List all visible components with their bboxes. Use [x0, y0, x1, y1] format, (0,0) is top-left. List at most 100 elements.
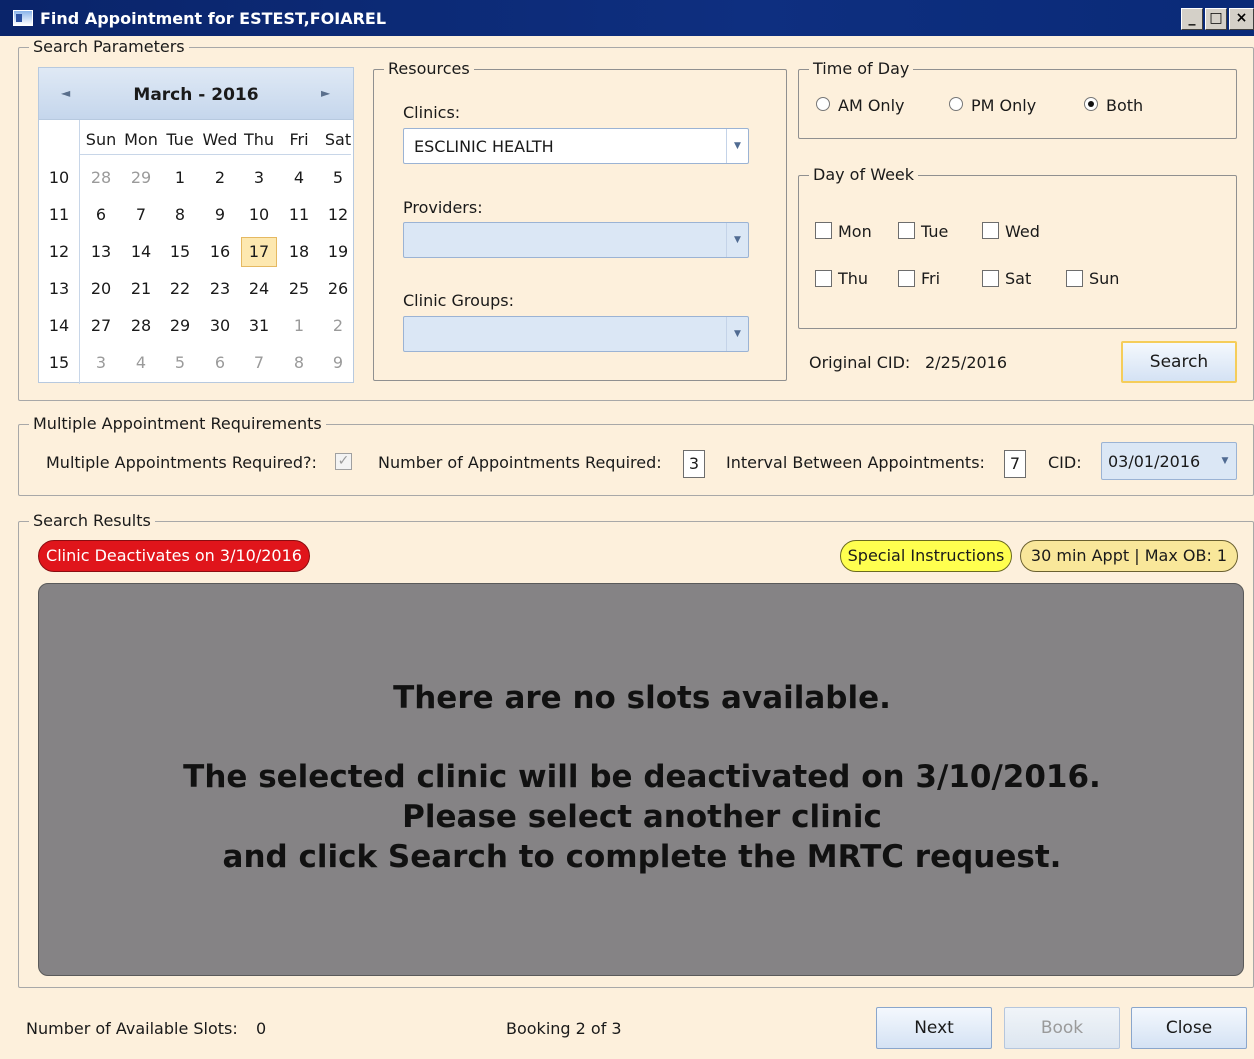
clinics-label: Clinics:: [403, 103, 461, 122]
clinics-combo[interactable]: ESCLINIC HEALTH ▼: [403, 128, 749, 164]
calendar-day[interactable]: 9: [320, 348, 356, 378]
book-button[interactable]: Book: [1004, 1007, 1120, 1049]
original-cid-value: 2/25/2016: [925, 353, 1008, 372]
calendar-day[interactable]: 7: [241, 348, 277, 378]
results-pane: There are no slots available. The select…: [38, 583, 1244, 976]
mon-checkbox[interactable]: [815, 222, 832, 239]
calendar-day[interactable]: 1: [162, 163, 198, 193]
appointments-count-input[interactable]: 3: [683, 450, 705, 478]
calendar-day[interactable]: 2: [320, 311, 356, 341]
calendar-day[interactable]: 4: [123, 348, 159, 378]
chevron-down-icon[interactable]: ▼: [1214, 443, 1236, 479]
calendar-day[interactable]: 10: [241, 200, 277, 230]
calendar-day-name: Fri: [289, 130, 309, 149]
pm-only-label[interactable]: PM Only: [971, 96, 1036, 115]
special-instructions-badge[interactable]: Special Instructions: [840, 540, 1012, 572]
multiple-required-checkbox: ✓: [335, 453, 352, 470]
fri-checkbox[interactable]: [898, 270, 915, 287]
next-button[interactable]: Next: [876, 1007, 992, 1049]
calendar-day[interactable]: 17: [241, 237, 277, 267]
calendar-day[interactable]: 6: [83, 200, 119, 230]
tue-label[interactable]: Tue: [921, 222, 948, 241]
cid-value: 03/01/2016: [1108, 452, 1201, 471]
calendar-day[interactable]: 8: [281, 348, 317, 378]
calendar-day[interactable]: 24: [241, 274, 277, 304]
am-only-radio[interactable]: [816, 97, 830, 111]
thu-checkbox[interactable]: [815, 270, 832, 287]
providers-combo[interactable]: ▼: [403, 222, 749, 258]
calendar-day[interactable]: 9: [202, 200, 238, 230]
calendar-day[interactable]: 26: [320, 274, 356, 304]
calendar-day[interactable]: 28: [83, 163, 119, 193]
available-slots-label: Number of Available Slots:: [26, 1019, 238, 1038]
calendar-day[interactable]: 1: [281, 311, 317, 341]
chevron-down-icon[interactable]: ▼: [726, 317, 748, 351]
calendar-day[interactable]: 22: [162, 274, 198, 304]
calendar-next-icon[interactable]: ►: [321, 86, 330, 100]
calendar-day[interactable]: 21: [123, 274, 159, 304]
calendar-day[interactable]: 12: [320, 200, 356, 230]
calendar-day[interactable]: 18: [281, 237, 317, 267]
calendar-day[interactable]: 7: [123, 200, 159, 230]
chevron-down-icon[interactable]: ▼: [726, 129, 748, 163]
wed-label[interactable]: Wed: [1005, 222, 1040, 241]
both-radio[interactable]: [1084, 97, 1098, 111]
clinic-groups-combo[interactable]: ▼: [403, 316, 749, 352]
mon-label[interactable]: Mon: [838, 222, 872, 241]
search-button[interactable]: Search: [1121, 341, 1237, 383]
sat-label[interactable]: Sat: [1005, 269, 1031, 288]
calendar-header: ◄ March - 2016 ►: [39, 68, 353, 120]
calendar-week-number: 15: [48, 353, 70, 372]
calendar-day[interactable]: 25: [281, 274, 317, 304]
calendar-day[interactable]: 3: [83, 348, 119, 378]
calendar-day[interactable]: 27: [83, 311, 119, 341]
calendar-day[interactable]: 15: [162, 237, 198, 267]
fri-label[interactable]: Fri: [921, 269, 940, 288]
calendar-day[interactable]: 29: [123, 163, 159, 193]
sun-checkbox[interactable]: [1066, 270, 1083, 287]
interval-input[interactable]: 7: [1004, 450, 1026, 478]
calendar-day[interactable]: 5: [320, 163, 356, 193]
calendar-day[interactable]: 11: [281, 200, 317, 230]
calendar-day[interactable]: 20: [83, 274, 119, 304]
calendar-day[interactable]: 6: [202, 348, 238, 378]
clinic-groups-label: Clinic Groups:: [403, 291, 514, 310]
interval-label: Interval Between Appointments:: [726, 453, 985, 472]
calendar-day[interactable]: 19: [320, 237, 356, 267]
calendar-day[interactable]: 2: [202, 163, 238, 193]
calendar-month-label[interactable]: March - 2016: [39, 85, 353, 105]
close-button[interactable]: Close: [1131, 1007, 1247, 1049]
calendar-day-name: Wed: [202, 130, 238, 149]
minimize-button[interactable]: _: [1181, 8, 1203, 30]
calendar-day[interactable]: 16: [202, 237, 238, 267]
calendar-day[interactable]: 4: [281, 163, 317, 193]
calendar-day[interactable]: 30: [202, 311, 238, 341]
chevron-down-icon[interactable]: ▼: [726, 223, 748, 257]
window-title: Find Appointment for ESTEST,FOIAREL: [40, 9, 387, 28]
original-cid-label: Original CID:: [809, 353, 911, 372]
calendar-day-name: Mon: [124, 130, 158, 149]
calendar-day[interactable]: 3: [241, 163, 277, 193]
tue-checkbox[interactable]: [898, 222, 915, 239]
clinics-value: ESCLINIC HEALTH: [414, 137, 554, 156]
calendar-day[interactable]: 29: [162, 311, 198, 341]
pm-only-radio[interactable]: [949, 97, 963, 111]
month-calendar[interactable]: ◄ March - 2016 ► Sun Mon Tue Wed Thu Fri Sat 10…: [38, 67, 356, 384]
both-label[interactable]: Both: [1106, 96, 1143, 115]
close-window-button[interactable]: ×: [1229, 8, 1254, 30]
calendar-header-separator: [79, 154, 351, 155]
calendar-day[interactable]: 13: [83, 237, 119, 267]
sat-checkbox[interactable]: [982, 270, 999, 287]
calendar-day[interactable]: 23: [202, 274, 238, 304]
calendar-day[interactable]: 31: [241, 311, 277, 341]
thu-label[interactable]: Thu: [838, 269, 868, 288]
am-only-label[interactable]: AM Only: [838, 96, 904, 115]
calendar-day[interactable]: 28: [123, 311, 159, 341]
sun-label[interactable]: Sun: [1089, 269, 1119, 288]
maximize-button[interactable]: □: [1205, 8, 1227, 30]
calendar-day[interactable]: 8: [162, 200, 198, 230]
cid-date-picker[interactable]: 03/01/2016 ▼: [1101, 442, 1237, 480]
calendar-day[interactable]: 14: [123, 237, 159, 267]
wed-checkbox[interactable]: [982, 222, 999, 239]
calendar-day[interactable]: 5: [162, 348, 198, 378]
